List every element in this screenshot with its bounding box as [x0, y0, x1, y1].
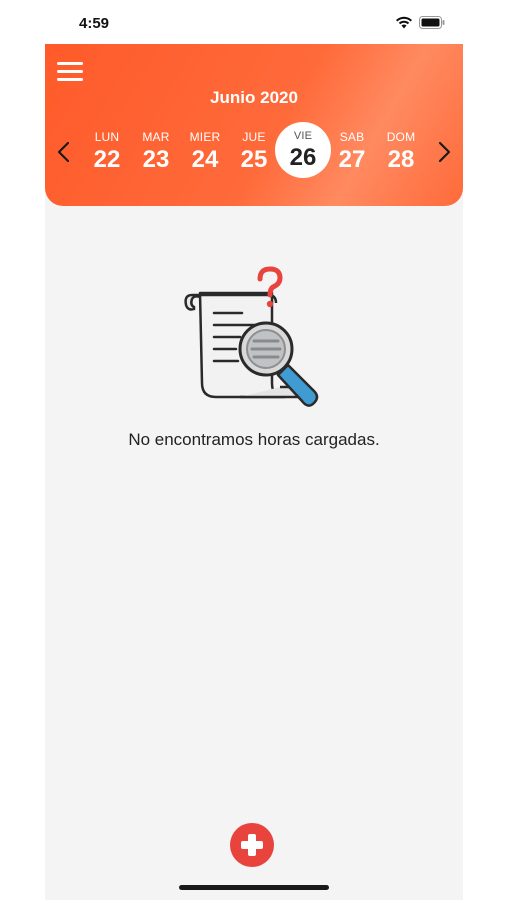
day-item-dom[interactable]: DOM 28 — [375, 122, 427, 184]
plus-icon-stroke — [248, 834, 256, 856]
day-number: 26 — [289, 144, 317, 171]
day-item-mar[interactable]: MAR 23 — [130, 122, 182, 184]
add-hours-button[interactable] — [230, 823, 274, 867]
day-item-vie-selected[interactable]: VIE 26 — [275, 122, 331, 184]
wifi-icon — [396, 16, 412, 29]
chevron-right-icon[interactable] — [434, 140, 454, 164]
day-number: 24 — [191, 146, 219, 173]
document-search-question-icon — [184, 266, 319, 407]
day-item-jue[interactable]: JUE 25 — [228, 122, 280, 184]
status-bar: 4:59 — [45, 0, 463, 44]
day-number: 25 — [240, 146, 268, 173]
app-screen: 4:59 Junio 2020 LUN 22 MAR 23 MIER 24 JU… — [45, 0, 463, 900]
calendar-header: Junio 2020 LUN 22 MAR 23 MIER 24 JUE 25 — [45, 44, 463, 206]
day-number: 22 — [93, 146, 121, 173]
day-name: MAR — [142, 130, 170, 144]
status-icons — [395, 16, 445, 29]
home-indicator — [179, 885, 329, 890]
day-name: VIE — [293, 130, 313, 142]
hamburger-menu-icon[interactable] — [57, 62, 83, 84]
day-name: MIER — [189, 130, 221, 144]
day-name: SAB — [339, 130, 365, 144]
status-time: 4:59 — [79, 15, 110, 32]
day-number: 23 — [142, 146, 170, 173]
day-number: 28 — [387, 146, 415, 173]
day-name: DOM — [386, 130, 416, 144]
day-name: LUN — [94, 130, 120, 144]
battery-icon — [419, 16, 445, 29]
day-name: JUE — [242, 130, 266, 144]
month-title: Junio 2020 — [210, 88, 298, 107]
day-item-mier[interactable]: MIER 24 — [179, 122, 231, 184]
day-item-lun[interactable]: LUN 22 — [81, 122, 133, 184]
chevron-left-icon[interactable] — [54, 140, 74, 164]
day-number: 27 — [338, 146, 366, 173]
week-day-selector: LUN 22 MAR 23 MIER 24 JUE 25 VIE 26 SAB — [81, 122, 427, 184]
empty-state-message: No encontramos horas cargadas. — [128, 430, 380, 449]
day-item-sab[interactable]: SAB 27 — [326, 122, 378, 184]
